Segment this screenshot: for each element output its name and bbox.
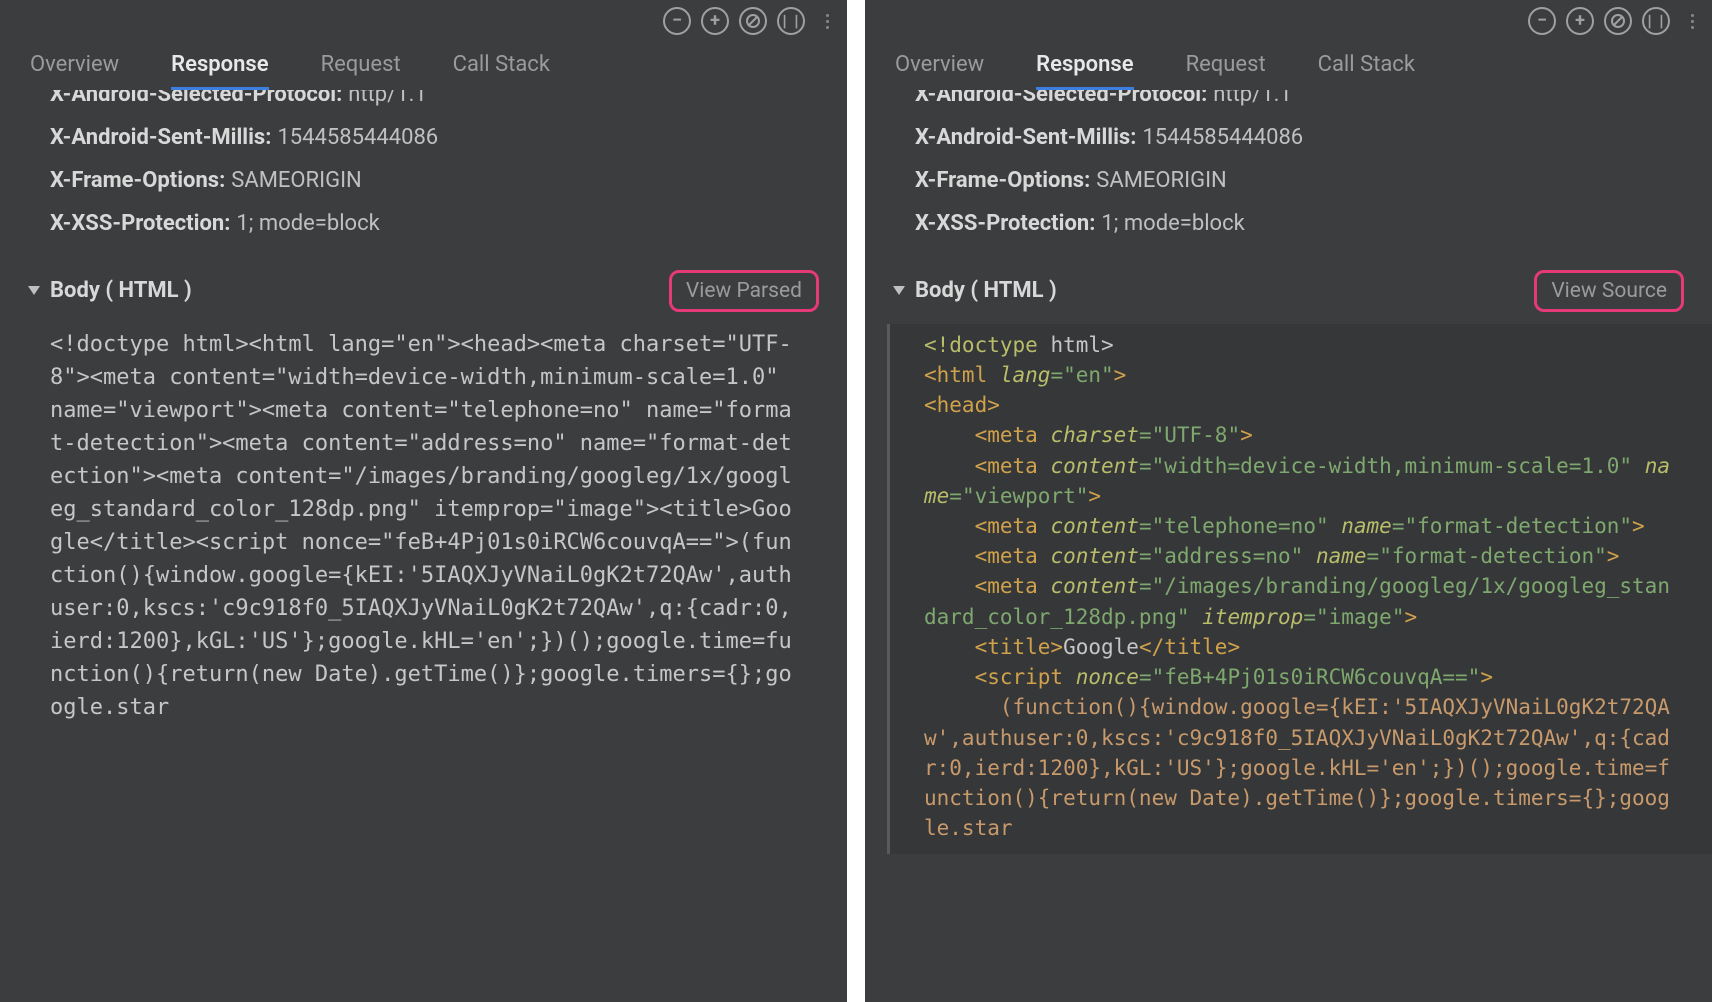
view-source-button[interactable]: View Source bbox=[1534, 270, 1684, 312]
tab-call-stack[interactable]: Call Stack bbox=[1318, 52, 1415, 90]
response-headers: X-Android-Selected-Protocol: http/1.1 X-A… bbox=[0, 90, 847, 252]
body-section-title: Body ( HTML ) bbox=[50, 278, 192, 303]
zoom-out-icon[interactable]: − bbox=[663, 7, 691, 35]
body-raw: <!doctype html><html lang="en"><head><me… bbox=[0, 324, 847, 734]
block-icon[interactable] bbox=[1604, 7, 1632, 35]
header-value: 1544585444086 bbox=[277, 125, 438, 150]
header-key: X-XSS-Protection: bbox=[915, 211, 1095, 236]
tab-request[interactable]: Request bbox=[321, 52, 401, 90]
header-key: X-Android-Sent-Millis: bbox=[915, 125, 1136, 150]
toolbar: − + ❘❘ bbox=[865, 0, 1712, 42]
tab-response[interactable]: Response bbox=[171, 52, 268, 90]
tab-call-stack[interactable]: Call Stack bbox=[453, 52, 550, 90]
zoom-in-icon[interactable]: + bbox=[701, 7, 729, 35]
body-parsed: <!doctype html> <html lang="en"> <head> … bbox=[887, 324, 1712, 854]
zoom-in-icon[interactable]: + bbox=[1566, 7, 1594, 35]
tab-request[interactable]: Request bbox=[1186, 52, 1266, 90]
more-icon[interactable] bbox=[1686, 14, 1698, 29]
header-key: X-Android-Selected-Protocol: bbox=[50, 90, 342, 107]
pane-left: − + ❘❘ Overview Response Request Call St… bbox=[0, 0, 847, 1002]
header-value: SAMEORIGIN bbox=[1096, 168, 1226, 193]
pane-right: − + ❘❘ Overview Response Request Call St… bbox=[865, 0, 1712, 1002]
more-icon[interactable] bbox=[821, 14, 833, 29]
tab-overview[interactable]: Overview bbox=[30, 52, 119, 90]
toolbar: − + ❘❘ bbox=[0, 0, 847, 42]
header-value: 1544585444086 bbox=[1142, 125, 1303, 150]
block-icon[interactable] bbox=[739, 7, 767, 35]
pause-icon[interactable]: ❘❘ bbox=[1642, 7, 1670, 35]
pause-icon[interactable]: ❘❘ bbox=[777, 7, 805, 35]
chevron-down-icon[interactable] bbox=[893, 286, 905, 295]
tabs: Overview Response Request Call Stack bbox=[865, 42, 1712, 90]
zoom-out-icon[interactable]: − bbox=[1528, 7, 1556, 35]
header-value: 1; mode=block bbox=[1101, 211, 1244, 236]
response-headers: X-Android-Selected-Protocol: http/1.1 X-A… bbox=[865, 90, 1712, 252]
tab-response[interactable]: Response bbox=[1036, 52, 1133, 90]
header-key: X-Android-Sent-Millis: bbox=[50, 125, 271, 150]
chevron-down-icon[interactable] bbox=[28, 286, 40, 295]
view-parsed-button[interactable]: View Parsed bbox=[669, 270, 819, 312]
tabs: Overview Response Request Call Stack bbox=[0, 42, 847, 90]
header-key: X-Frame-Options: bbox=[915, 168, 1090, 193]
header-value: SAMEORIGIN bbox=[231, 168, 361, 193]
header-value: 1; mode=block bbox=[236, 211, 379, 236]
header-key: X-Android-Selected-Protocol: bbox=[915, 90, 1207, 107]
body-section-title: Body ( HTML ) bbox=[915, 278, 1057, 303]
header-value: http/1.1 bbox=[348, 90, 426, 107]
tab-overview[interactable]: Overview bbox=[895, 52, 984, 90]
header-key: X-XSS-Protection: bbox=[50, 211, 230, 236]
header-key: X-Frame-Options: bbox=[50, 168, 225, 193]
header-value: http/1.1 bbox=[1213, 90, 1291, 107]
